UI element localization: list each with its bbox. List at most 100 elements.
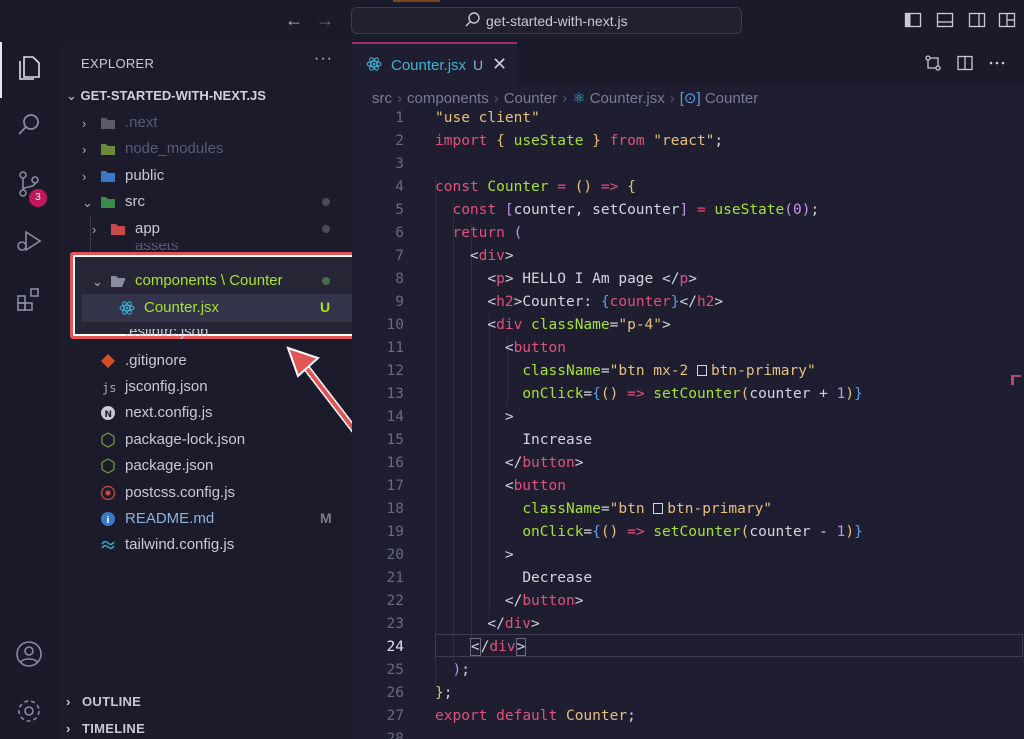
tree-item-eslintrc[interactable]: .eslintrc.json xyxy=(58,329,352,339)
code-line: 22 </button> xyxy=(352,591,1024,614)
code-token: p xyxy=(679,271,689,287)
breadcrumb-src[interactable]: src xyxy=(372,90,392,107)
more-actions-icon[interactable] xyxy=(988,54,1006,72)
extensions-icon[interactable] xyxy=(14,284,44,314)
folder-node-icon xyxy=(101,144,115,155)
info-file-icon: i xyxy=(101,512,115,526)
source-control-badge: 3 xyxy=(29,189,47,207)
code-token: btn-primary" xyxy=(667,501,773,517)
code-token: } xyxy=(592,133,601,149)
tree-item-counter-jsx[interactable]: Counter.jsx U xyxy=(58,295,352,321)
command-center-search[interactable]: get-started-with-next.js xyxy=(351,7,742,34)
code-line: 14 > xyxy=(352,407,1024,430)
workspace-root-label: GET-STARTED-WITH-NEXT.JS xyxy=(80,88,266,103)
code-line: 15 Increase xyxy=(352,430,1024,453)
code-token: ) xyxy=(452,662,462,678)
line-number: 2 xyxy=(395,133,404,149)
code-line: 6 return ( xyxy=(352,223,1024,246)
breadcrumb-file[interactable]: Counter.jsx xyxy=(590,90,665,107)
tree-item-assets[interactable]: assets xyxy=(58,243,352,253)
tree-item-label: .gitignore xyxy=(125,352,187,369)
breadcrumb-counter-folder[interactable]: Counter xyxy=(504,90,557,107)
tree-item-postcss[interactable]: postcss.config.js xyxy=(58,480,352,506)
code-token: } xyxy=(670,294,680,310)
workspace-root[interactable]: ⌄ GET-STARTED-WITH-NEXT.JS xyxy=(66,88,266,104)
run-debug-icon[interactable] xyxy=(14,226,44,256)
code-token: counter xyxy=(609,294,671,310)
code-token: default xyxy=(496,708,558,724)
back-arrow-icon[interactable]: ← xyxy=(283,9,305,31)
more-actions-icon[interactable]: ··· xyxy=(314,50,333,68)
tree-item-label: src xyxy=(125,193,145,210)
code-token: className="btn btn-primary" xyxy=(522,501,773,517)
svg-text:N: N xyxy=(105,410,113,420)
svg-text:i: i xyxy=(106,516,109,526)
outline-section[interactable]: › OUTLINE xyxy=(58,694,352,712)
folder-src-icon xyxy=(101,197,115,208)
settings-gear-icon[interactable] xyxy=(14,696,44,726)
code-token: "react" xyxy=(653,133,715,149)
code-token: ) xyxy=(845,524,855,540)
code-token: button xyxy=(513,340,566,356)
code-line: 19 onClick={() => setCounter(counter - 1… xyxy=(352,522,1024,545)
line-number: 27 xyxy=(386,708,404,724)
toggle-secondary-sidebar-icon[interactable] xyxy=(968,11,986,29)
code-token: Decrease xyxy=(435,570,592,586)
customize-layout-icon[interactable] xyxy=(998,11,1016,29)
title-bar: ← → get-started-with-next.js xyxy=(0,0,1024,42)
search-icon[interactable] xyxy=(14,110,44,140)
account-icon[interactable] xyxy=(14,639,44,669)
tree-item-src[interactable]: ⌄ src xyxy=(58,189,352,215)
tree-item-node-modules[interactable]: › node_modules xyxy=(58,136,352,162)
code-line: 3 xyxy=(352,154,1024,177)
code-token: } xyxy=(854,386,863,402)
toggle-sidebar-icon[interactable] xyxy=(904,11,922,29)
forward-arrow-icon[interactable]: → xyxy=(314,9,336,31)
line-number: 22 xyxy=(386,593,404,609)
tree-item-components-counter[interactable]: ⌄ components \ Counter xyxy=(58,268,352,294)
tab-counter-jsx[interactable]: Counter.jsx U ✕ xyxy=(352,42,517,84)
search-icon xyxy=(465,12,480,27)
code-token: useState xyxy=(714,202,785,218)
tree-item-next[interactable]: › .next xyxy=(58,110,352,136)
code-token: 0 xyxy=(792,202,802,218)
tree-item-label: public xyxy=(125,167,165,184)
scrollbar-marker[interactable] xyxy=(1011,375,1021,385)
code-token: < xyxy=(469,638,481,656)
tree-item-label: next.config.js xyxy=(125,404,213,421)
node-file-icon xyxy=(101,458,115,474)
tree-item-label: Counter.jsx xyxy=(144,299,220,316)
tree-item-readme[interactable]: i README.md M xyxy=(58,506,352,532)
tree-item-app[interactable]: › app xyxy=(58,216,352,242)
code-token: ( xyxy=(784,202,793,218)
breadcrumb-symbol[interactable]: Counter xyxy=(705,90,758,107)
tree-item-label: package-lock.json xyxy=(125,431,246,448)
split-editor-icon[interactable] xyxy=(956,54,974,72)
close-icon[interactable]: ✕ xyxy=(492,54,507,75)
timeline-section[interactable]: › TIMELINE xyxy=(58,721,352,739)
code-token: } xyxy=(854,524,863,540)
tree-item-public[interactable]: › public xyxy=(58,163,352,189)
code-token: ); xyxy=(452,662,470,678)
postcss-file-icon xyxy=(100,485,116,501)
tree-item-tailwind[interactable]: tailwind.config.js xyxy=(58,532,352,558)
line-number: 11 xyxy=(386,340,404,356)
tree-item-label: postcss.config.js xyxy=(125,484,236,501)
breadcrumb-components[interactable]: components xyxy=(407,90,489,107)
code-token: counter - xyxy=(749,524,837,540)
code-token: className="btn mx-2 btn-primary" xyxy=(522,363,816,379)
code-token: HELLO I Am page xyxy=(513,271,662,287)
code-line: 11 <button xyxy=(352,338,1024,361)
code-token: { xyxy=(592,524,601,540)
code-token: setCounter xyxy=(653,524,741,540)
files-icon[interactable] xyxy=(14,53,44,83)
line-number: 20 xyxy=(386,547,404,563)
line-number: 13 xyxy=(386,386,404,402)
code-token: "p-4" xyxy=(618,317,663,333)
tree-item-label: components \ Counter xyxy=(135,272,283,289)
code-token: "btn mx-2 xyxy=(609,363,697,379)
compare-changes-icon[interactable] xyxy=(924,54,942,72)
svg-text:js: js xyxy=(102,381,116,395)
toggle-panel-icon[interactable] xyxy=(936,11,954,29)
code-token: = xyxy=(696,202,706,218)
